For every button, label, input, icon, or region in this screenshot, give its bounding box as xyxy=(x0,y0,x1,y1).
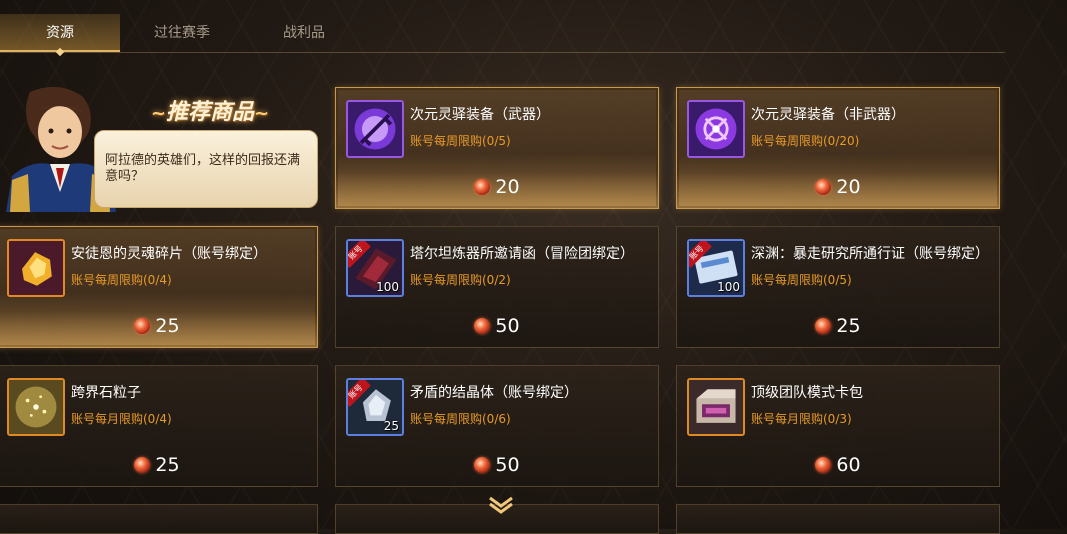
item-purchase-limit: 账号每周限购(0/20) xyxy=(751,134,860,148)
currency-coin-icon xyxy=(474,179,491,195)
crossover-particle-icon xyxy=(7,378,65,436)
currency-coin-icon xyxy=(474,457,491,473)
shop-item-card[interactable]: 次元灵驿装备（武器） 账号每周限购(0/5) 20 xyxy=(335,87,659,209)
item-price-value: 25 xyxy=(155,315,180,337)
item-price-value: 20 xyxy=(836,176,861,198)
tab-loot[interactable]: 战利品 xyxy=(244,14,364,52)
item-name: 跨界石粒子 xyxy=(71,385,141,401)
item-price: 25 xyxy=(0,454,317,478)
item-price-value: 50 xyxy=(495,315,520,337)
item-price: 25 xyxy=(677,315,999,339)
item-price: 20 xyxy=(677,176,999,200)
item-name: 次元灵驿装备（非武器） xyxy=(751,107,905,123)
item-name: 安徒恩的灵魂碎片（账号绑定） xyxy=(71,246,267,262)
active-tab-indicator-icon xyxy=(55,47,65,57)
currency-coin-icon xyxy=(134,318,151,334)
item-price: 25 xyxy=(0,315,317,339)
npc-dialog-text: 阿拉德的英雄们，这样的回报还满意吗？ xyxy=(105,153,301,184)
item-price: 20 xyxy=(336,176,658,200)
shop-item-card[interactable]: 账号 25 矛盾的结晶体（账号绑定） 账号每周限购(0/6) 50 xyxy=(335,365,659,487)
item-quantity: 100 xyxy=(717,280,740,294)
item-quantity: 25 xyxy=(383,419,399,433)
shop-item-card[interactable]: 跨界石粒子 账号每月限购(0/4) 25 xyxy=(0,365,318,487)
item-name: 塔尔坦炼器所邀请函（冒险团绑定） xyxy=(410,246,634,262)
item-price: 50 xyxy=(336,454,658,478)
shop-item-card[interactable]: 顶级团队模式卡包 账号每月限购(0/3) 60 xyxy=(676,365,1000,487)
tab-past-seasons[interactable]: 过往赛季 xyxy=(122,14,242,52)
item-name: 矛盾的结晶体（账号绑定） xyxy=(410,385,578,401)
item-purchase-limit: 账号每周限购(0/6) xyxy=(410,412,511,426)
title-ornament-left-icon: ~ xyxy=(150,103,166,124)
tab-resources[interactable]: 资源 xyxy=(0,14,120,57)
item-purchase-limit: 账号每月限购(0/4) xyxy=(71,412,172,426)
shop-item-card[interactable]: 账号 100 塔尔坦炼器所邀请函（冒险团绑定） 账号每周限购(0/2) 50 xyxy=(335,226,659,348)
item-price-value: 50 xyxy=(495,454,520,476)
npc-speech-bubble: 阿拉德的英雄们，这样的回报还满意吗？ xyxy=(94,130,318,208)
currency-coin-icon xyxy=(815,179,832,195)
item-purchase-limit: 账号每月限购(0/3) xyxy=(751,412,852,426)
item-price-value: 25 xyxy=(155,454,180,476)
item-price-value: 20 xyxy=(495,176,520,198)
item-price: 50 xyxy=(336,315,658,339)
shop-item-card[interactable]: 次元灵驿装备（非武器） 账号每周限购(0/20) 20 xyxy=(676,87,1000,209)
dimension-armor-icon xyxy=(687,100,745,158)
tab-past-seasons-label: 过往赛季 xyxy=(154,25,210,41)
soul-fragment-icon xyxy=(7,239,65,297)
item-purchase-limit: 账号每周限购(0/4) xyxy=(71,273,172,287)
shop-item-card[interactable]: 安徒恩的灵魂碎片（账号绑定） 账号每周限购(0/4) 25 xyxy=(0,226,318,348)
item-quantity: 100 xyxy=(376,280,399,294)
crystal-icon: 账号 25 xyxy=(346,378,404,436)
currency-coin-icon xyxy=(134,457,151,473)
card-pack-icon xyxy=(687,378,745,436)
shop-item-card[interactable]: 账号 100 深渊：暴走研究所通行证（账号绑定） 账号每周限购(0/5) 25 xyxy=(676,226,1000,348)
shop-item-card-partial[interactable] xyxy=(0,504,318,534)
title-ornament-right-icon: ~ xyxy=(254,103,270,124)
scroll-down-chevron-icon[interactable] xyxy=(486,494,516,514)
shop-item-card-partial[interactable] xyxy=(676,504,1000,534)
recommend-title-text: 推荐商品 xyxy=(165,100,254,125)
item-price-value: 60 xyxy=(836,454,861,476)
item-purchase-limit: 账号每周限购(0/2) xyxy=(410,273,511,287)
tab-bar: 资源 过往赛季 战利品 xyxy=(0,14,1005,57)
dimension-weapon-icon xyxy=(346,100,404,158)
invitation-icon: 账号 100 xyxy=(346,239,404,297)
pass-ticket-icon: 账号 100 xyxy=(687,239,745,297)
tab-resources-label: 资源 xyxy=(46,25,74,41)
currency-coin-icon xyxy=(815,318,832,334)
item-name: 次元灵驿装备（武器） xyxy=(410,107,550,123)
currency-coin-icon xyxy=(474,318,491,334)
item-purchase-limit: 账号每周限购(0/5) xyxy=(410,134,511,148)
recommend-title: ~推荐商品~ xyxy=(130,94,290,126)
item-name: 顶级团队模式卡包 xyxy=(751,385,863,401)
tab-loot-label: 战利品 xyxy=(283,25,325,41)
item-price-value: 25 xyxy=(836,315,861,337)
currency-coin-icon xyxy=(815,457,832,473)
item-price: 60 xyxy=(677,454,999,478)
item-name: 深渊：暴走研究所通行证（账号绑定） xyxy=(751,246,989,262)
item-purchase-limit: 账号每周限购(0/5) xyxy=(751,273,852,287)
